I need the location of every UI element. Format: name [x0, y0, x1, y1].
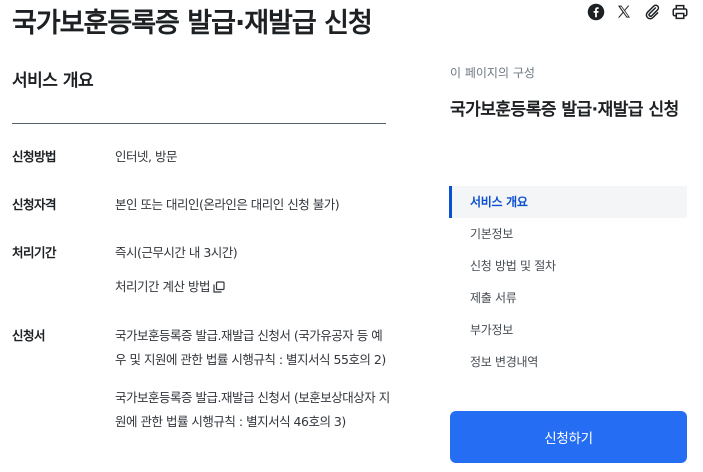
info-value-text: 즉시(근무시간 내 3시간): [115, 245, 238, 260]
info-label: 처리기간: [12, 245, 57, 260]
application-form-text: 국가보훈등록증 발급.재발급 신청서 (보훈보상대상자 지원에 관한 법률 시행…: [115, 390, 390, 429]
info-label: 신청자격: [12, 197, 57, 212]
info-value: 즉시(근무시간 내 3시간) 처리기간 계산 방법: [115, 241, 238, 299]
section-title: 서비스 개요: [12, 71, 94, 91]
toc-item-documents[interactable]: 제출 서류: [449, 282, 687, 314]
share-toolbar: [586, 2, 690, 22]
calc-link-label: 처리기간 계산 방법: [115, 279, 210, 294]
x-icon: [618, 5, 630, 18]
copy-icon: [213, 281, 225, 293]
info-row-method: 신청방법 인터넷, 방문: [12, 145, 397, 169]
copy-link-button[interactable]: [642, 2, 662, 22]
info-value-text: 인터넷, 방문: [115, 149, 177, 164]
toc-item-additional-info[interactable]: 부가정보: [449, 314, 687, 346]
info-row-processing-time: 처리기간 즉시(근무시간 내 3시간) 처리기간 계산 방법: [12, 241, 397, 299]
info-value: 인터넷, 방문: [115, 145, 177, 169]
link-icon: [645, 4, 660, 20]
print-button[interactable]: [670, 2, 690, 22]
toc-item-service-overview[interactable]: 서비스 개요: [449, 186, 687, 218]
apply-button[interactable]: 신청하기: [450, 411, 687, 463]
processing-time-calc-link[interactable]: 처리기간 계산 방법: [115, 275, 225, 299]
toc-item-application-process[interactable]: 신청 방법 및 절차: [449, 250, 687, 282]
facebook-share-button[interactable]: [586, 2, 606, 22]
x-share-button[interactable]: [614, 2, 634, 22]
info-row-eligibility: 신청자격 본인 또는 대리인(온라인은 대리인 신청 불가): [12, 193, 397, 217]
toc-nav: 서비스 개요 기본정보 신청 방법 및 절차 제출 서류 부가정보 정보 변경내…: [449, 186, 687, 378]
toc-caption: 이 페이지의 구성: [450, 66, 535, 80]
page-title: 국가보훈등록증 발급·재발급 신청: [12, 8, 373, 39]
application-form-text: 국가보훈등록증 발급.재발급 신청서 (국가유공자 등 예우 및 지원에 관한 …: [115, 328, 386, 367]
info-value: 국가보훈등록증 발급.재발급 신청서 (국가유공자 등 예우 및 지원에 관한 …: [115, 324, 390, 434]
facebook-icon: [587, 3, 605, 21]
info-value-text: 본인 또는 대리인(온라인은 대리인 신청 불가): [115, 197, 340, 212]
section-divider: [12, 123, 386, 124]
info-label: 신청방법: [12, 149, 57, 164]
toc-item-change-history[interactable]: 정보 변경내역: [449, 346, 687, 378]
toc-title: 국가보훈등록증 발급·재발급 신청: [450, 100, 679, 120]
info-row-application-form: 신청서 국가보훈등록증 발급.재발급 신청서 (국가유공자 등 예우 및 지원에…: [12, 324, 397, 434]
info-label: 신청서: [12, 328, 46, 343]
toc-item-basic-info[interactable]: 기본정보: [449, 218, 687, 250]
info-value: 본인 또는 대리인(온라인은 대리인 신청 불가): [115, 193, 340, 217]
print-icon: [672, 4, 688, 20]
